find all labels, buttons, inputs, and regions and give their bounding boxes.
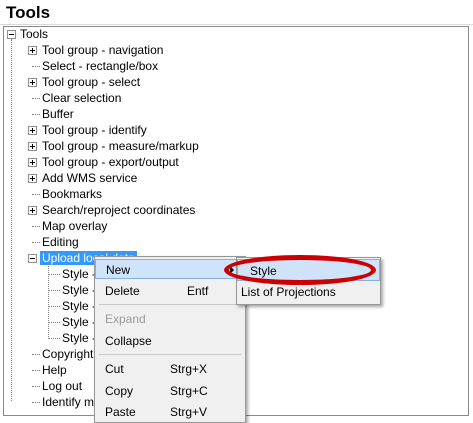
tree-item-tool-group-export[interactable]: Tool group - export/output xyxy=(42,154,179,170)
tree-item-tool-group-select[interactable]: Tool group - select xyxy=(42,74,140,90)
tree-connector xyxy=(32,370,40,371)
tree-item-tool-group-identify[interactable]: Tool group - identify xyxy=(42,122,147,138)
menu-item-expand-label: Expand xyxy=(105,312,146,326)
tree-connector xyxy=(48,322,60,323)
tree-connector xyxy=(48,290,60,291)
tree-item-buffer[interactable]: Buffer xyxy=(42,106,74,122)
tree-item-log-out[interactable]: Log out xyxy=(42,378,82,394)
menu-item-cut[interactable]: Cut Strg+X xyxy=(95,359,245,379)
tree-connector xyxy=(48,274,60,275)
tree-connector xyxy=(32,402,40,403)
tree-item-add-wms-service[interactable]: Add WMS service xyxy=(42,170,137,186)
menu-item-expand: Expand xyxy=(95,309,245,329)
tree-connector xyxy=(32,98,40,99)
menu-separator xyxy=(99,304,241,305)
tree-item-clear-selection[interactable]: Clear selection xyxy=(42,90,121,106)
panel-title: Tools xyxy=(6,3,51,22)
menu-item-collapse-label: Collapse xyxy=(105,334,152,348)
menu-item-cut-label: Cut xyxy=(105,362,124,376)
expand-icon[interactable] xyxy=(28,78,37,87)
tree-item-editing[interactable]: Editing xyxy=(42,234,79,250)
tree-connector xyxy=(32,386,40,387)
menu-item-delete-shortcut: Entf xyxy=(187,284,209,298)
menu-item-copy-label: Copy xyxy=(105,384,134,398)
menu-separator xyxy=(99,354,241,355)
menu-item-new-label: New xyxy=(106,263,131,277)
expand-icon[interactable] xyxy=(28,206,37,215)
tree-connector xyxy=(32,66,40,67)
expand-icon[interactable] xyxy=(28,126,37,135)
expand-icon[interactable] xyxy=(28,158,37,167)
expand-icon[interactable] xyxy=(28,46,37,55)
tree-item-tool-group-measure[interactable]: Tool group - measure/markup xyxy=(42,138,199,154)
tree-item-search-reproject[interactable]: Search/reproject coordinates xyxy=(42,202,195,218)
menu-item-delete[interactable]: Delete Entf xyxy=(95,281,245,301)
tree-item-map-overlay[interactable]: Map overlay xyxy=(42,218,107,234)
collapse-icon[interactable] xyxy=(28,254,37,263)
menu-item-paste-label: Paste xyxy=(105,405,136,419)
menu-item-cut-shortcut: Strg+X xyxy=(170,362,208,376)
tree-item-tool-group-navigation[interactable]: Tool group - navigation xyxy=(42,42,163,58)
tree-connector xyxy=(48,306,60,307)
tree-connector xyxy=(32,226,40,227)
tree-connector xyxy=(11,39,12,401)
tree-item-select-rectangle[interactable]: Select - rectangle/box xyxy=(42,58,158,74)
tree-connector xyxy=(32,114,40,115)
tree-item-bookmarks[interactable]: Bookmarks xyxy=(42,186,102,202)
tree-connector xyxy=(48,338,60,339)
menu-item-paste[interactable]: Paste Strg+V xyxy=(95,402,245,422)
title-divider xyxy=(0,24,473,25)
context-menu[interactable]: New Delete Entf Expand Collapse Cut Strg… xyxy=(94,256,246,423)
tree-connector xyxy=(32,194,40,195)
tree-connector xyxy=(32,242,40,243)
menu-item-copy-shortcut: Strg+C xyxy=(170,384,208,398)
menu-item-collapse[interactable]: Collapse xyxy=(95,331,245,351)
tree-root-tools[interactable]: Tools xyxy=(20,26,48,42)
expand-icon[interactable] xyxy=(28,174,37,183)
menu-item-delete-label: Delete xyxy=(105,284,140,298)
tree-item-help[interactable]: Help xyxy=(42,362,67,378)
highlight-ellipse xyxy=(224,255,376,285)
expand-icon[interactable] xyxy=(28,142,37,151)
menu-item-copy[interactable]: Copy Strg+C xyxy=(95,381,245,401)
tree-item-copyright[interactable]: Copyright xyxy=(42,346,93,362)
tree-connector xyxy=(32,354,40,355)
menu-item-new[interactable]: New xyxy=(95,259,245,279)
collapse-icon[interactable] xyxy=(7,30,16,39)
menu-item-paste-shortcut: Strg+V xyxy=(170,405,208,419)
